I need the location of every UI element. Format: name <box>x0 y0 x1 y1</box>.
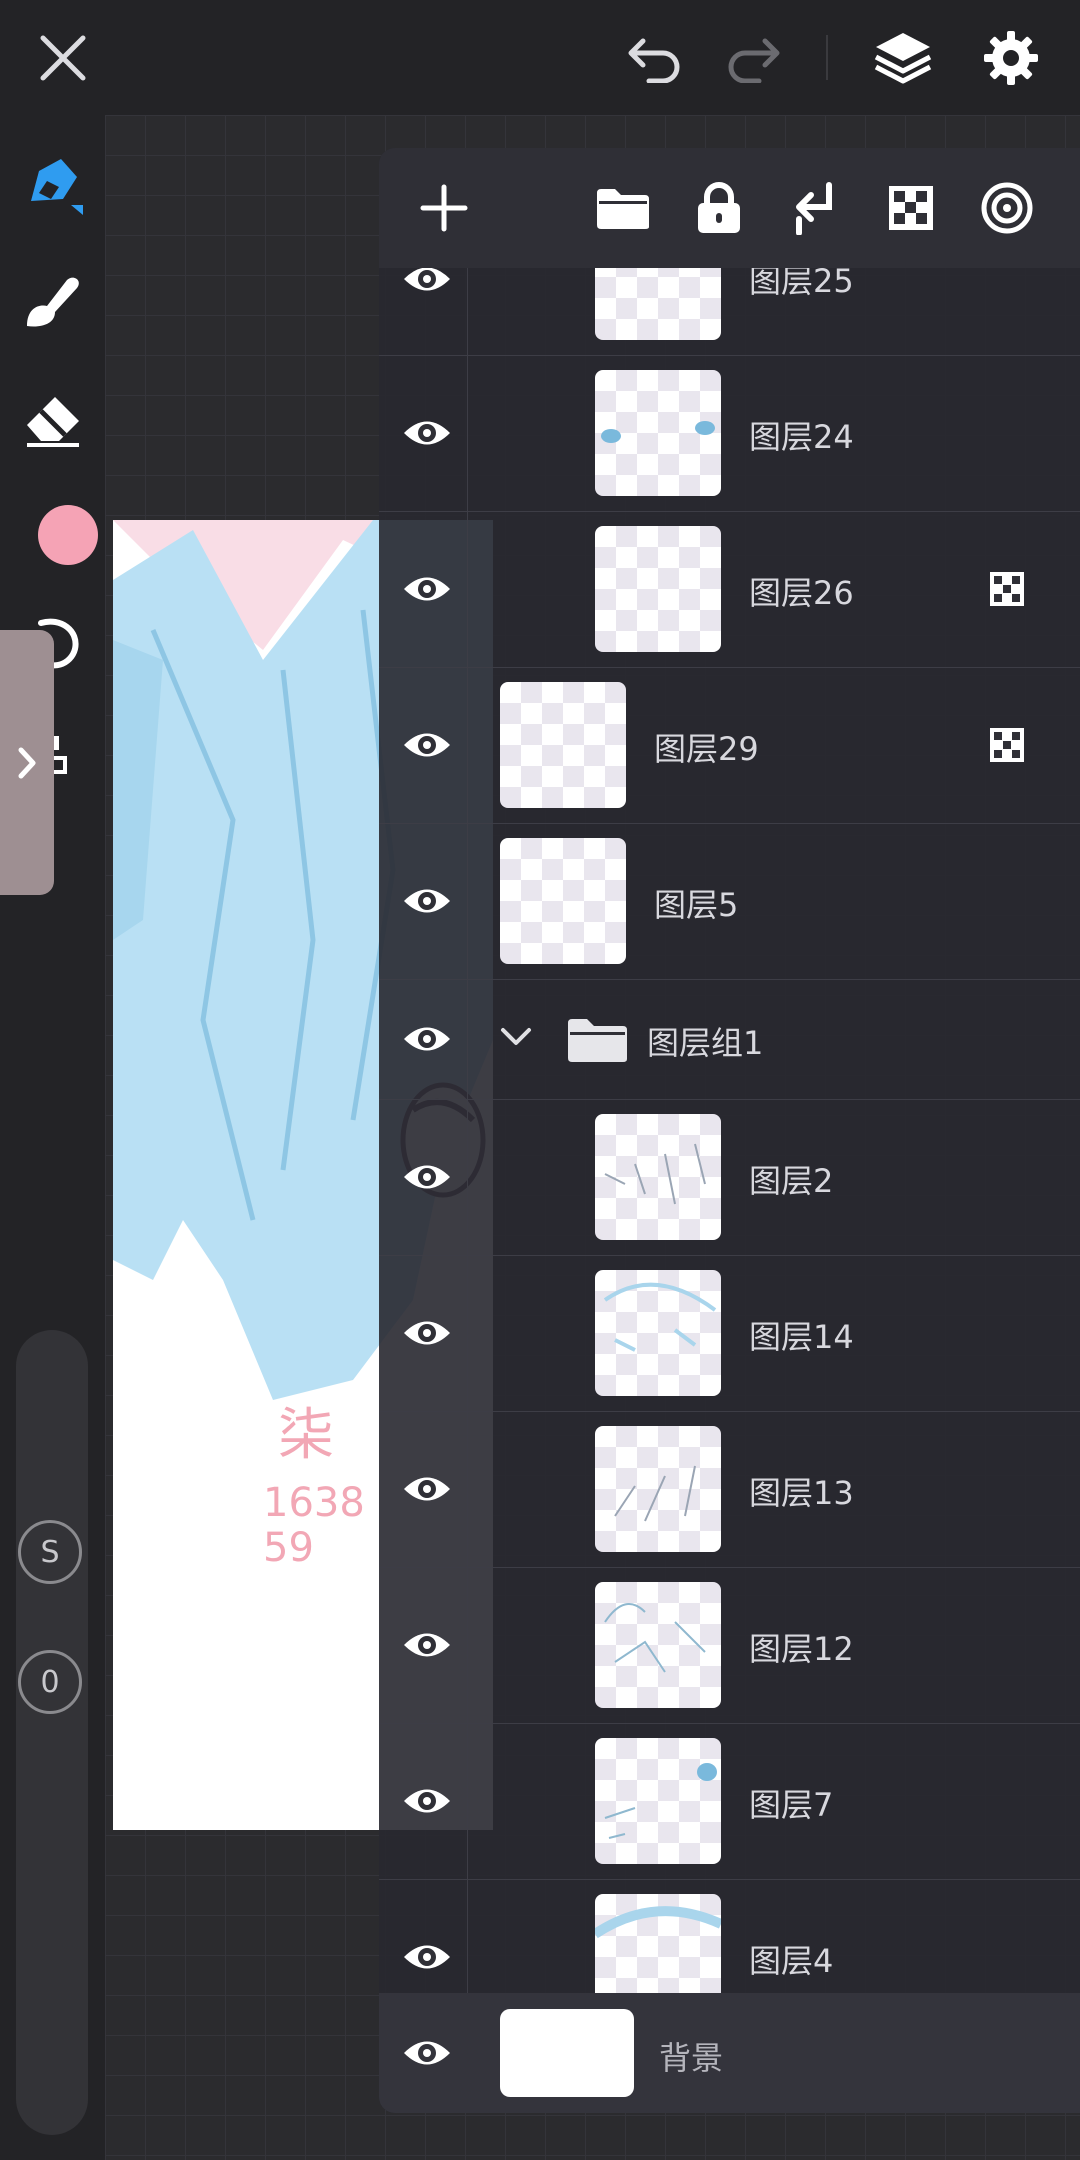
layer-thumbnail <box>595 268 721 340</box>
layer-thumbnail <box>595 1738 721 1864</box>
visibility-eye-icon[interactable] <box>397 861 457 941</box>
layer-name: 图层14 <box>749 1318 854 1356</box>
layers-list[interactable]: 图层25 图层24 图层26 图层29 图层5 图层组1 图层2 图层14 图层… <box>379 268 1080 2113</box>
layer-name: 图层29 <box>654 730 759 768</box>
background-layer-name: 背景 <box>659 2039 724 2077</box>
layer-thumbnail <box>500 838 626 964</box>
visibility-eye-icon[interactable] <box>397 2013 457 2093</box>
visibility-eye-icon[interactable] <box>397 1449 457 1529</box>
layer-name: 图层7 <box>749 1786 834 1824</box>
layer-row[interactable]: 图层12 <box>379 1567 1080 1724</box>
toolbar-divider <box>826 35 828 80</box>
layer-name: 图层12 <box>749 1630 854 1668</box>
layers-panel-toolbar <box>379 148 1080 268</box>
gear-icon[interactable] <box>976 0 1046 115</box>
visibility-eye-icon[interactable] <box>397 549 457 629</box>
close-icon[interactable] <box>28 0 98 115</box>
clipping-mask-icon <box>990 572 1024 606</box>
new-group-folder-icon[interactable] <box>588 148 658 268</box>
layer-row[interactable]: 图层2 <box>379 1099 1080 1256</box>
layer-row[interactable]: 图层13 <box>379 1411 1080 1568</box>
layer-group-name: 图层组1 <box>647 1024 764 1062</box>
folder-icon <box>568 1019 627 1062</box>
layer-group-row[interactable]: 图层组1 <box>379 979 1080 1100</box>
layer-name: 图层2 <box>749 1162 834 1200</box>
layer-thumbnail <box>595 526 721 652</box>
chevron-right-icon <box>18 747 36 778</box>
visibility-eye-icon[interactable] <box>397 268 457 319</box>
layer-name: 图层4 <box>749 1942 834 1980</box>
layer-name: 图层5 <box>654 886 739 924</box>
sidebar-collapse-handle[interactable] <box>0 630 54 895</box>
layer-thumbnail <box>595 1270 721 1396</box>
layer-name: 图层24 <box>749 418 854 456</box>
pen-tool-icon[interactable] <box>0 145 105 225</box>
undo-icon[interactable] <box>620 0 690 115</box>
top-bar <box>0 0 1080 115</box>
visibility-eye-icon[interactable] <box>397 1605 457 1685</box>
eraser-icon[interactable] <box>0 377 105 457</box>
layers-panel: 图层25 图层24 图层26 图层29 图层5 图层组1 图层2 图层14 图层… <box>379 148 1080 2113</box>
background-thumbnail <box>500 2009 634 2097</box>
layer-thumbnail <box>595 1114 721 1240</box>
chevron-down-icon[interactable] <box>499 1025 533 1049</box>
layer-row[interactable]: 图层25 <box>379 268 1080 356</box>
layer-row[interactable]: 图层24 <box>379 355 1080 512</box>
layer-thumbnail <box>500 682 626 808</box>
smudge-brush-icon[interactable] <box>0 260 105 340</box>
artwork-number-2: 59 <box>263 1525 314 1571</box>
color-swatch[interactable] <box>0 495 105 575</box>
layer-row[interactable]: 图层26 <box>379 511 1080 668</box>
artwork-number-1: 1638 <box>263 1480 365 1526</box>
layers-icon[interactable] <box>868 0 938 115</box>
layer-thumbnail <box>595 1426 721 1552</box>
visibility-eye-icon[interactable] <box>397 1761 457 1841</box>
layer-row[interactable]: 图层7 <box>379 1723 1080 1880</box>
layer-thumbnail <box>595 370 721 496</box>
add-layer-icon[interactable] <box>409 148 479 268</box>
layer-row[interactable]: 图层5 <box>379 823 1080 980</box>
artwork-signature: 柒 <box>278 1403 334 1468</box>
visibility-eye-icon[interactable] <box>397 393 457 473</box>
target-icon[interactable] <box>972 148 1042 268</box>
clipping-mask-icon[interactable] <box>876 148 946 268</box>
layer-name: 图层25 <box>749 268 854 300</box>
left-toolbar: S 0 <box>0 115 105 2160</box>
visibility-eye-icon[interactable] <box>397 1137 457 1217</box>
merge-down-icon[interactable] <box>779 148 849 268</box>
layer-name: 图层13 <box>749 1474 854 1512</box>
opacity-toggle-button[interactable]: 0 <box>18 1650 82 1714</box>
lock-icon[interactable] <box>684 148 754 268</box>
layer-thumbnail <box>595 1582 721 1708</box>
opacity-toggle-label: 0 <box>40 1664 60 1700</box>
redo-icon[interactable] <box>718 0 788 115</box>
layer-row[interactable]: 图层14 <box>379 1255 1080 1412</box>
visibility-eye-icon[interactable] <box>397 1917 457 1997</box>
background-layer-row[interactable]: 背景 <box>379 1993 1080 2113</box>
size-toggle-button[interactable]: S <box>18 1520 82 1584</box>
layer-name: 图层26 <box>749 574 854 612</box>
layer-row[interactable]: 图层29 <box>379 667 1080 824</box>
brush-size-slider[interactable] <box>16 1330 88 2135</box>
visibility-eye-icon[interactable] <box>397 999 457 1079</box>
clipping-mask-icon <box>990 728 1024 762</box>
visibility-eye-icon[interactable] <box>397 1293 457 1373</box>
visibility-eye-icon[interactable] <box>397 705 457 785</box>
size-toggle-label: S <box>40 1534 60 1570</box>
